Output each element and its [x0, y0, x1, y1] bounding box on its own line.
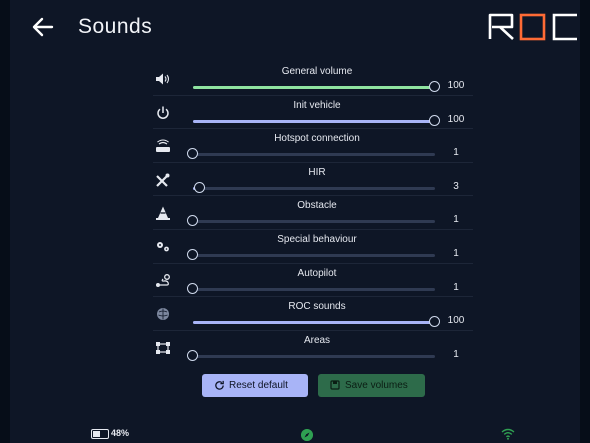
volume-slider[interactable]	[187, 215, 435, 227]
slider-value: 100	[447, 113, 465, 125]
slider-value: 1	[453, 214, 459, 226]
slider-fill	[193, 321, 435, 325]
slider-row: ROC sounds 100	[153, 297, 473, 331]
slider-handle[interactable]	[429, 316, 440, 328]
slider-handle[interactable]	[429, 81, 440, 92]
save-volumes-button[interactable]: Save volumes	[318, 374, 425, 397]
reset-default-button[interactable]: Reset default	[202, 374, 308, 397]
slider-label: Areas	[303, 334, 331, 346]
slider-handle[interactable]	[194, 181, 206, 193]
slider-handle[interactable]	[429, 114, 440, 126]
volume-slider-list: General volume 100 Init vehicle 100 Hotspot …	[153, 62, 473, 363]
volume-slider[interactable]	[193, 81, 440, 92]
slider-handle[interactable]	[187, 248, 198, 260]
slider-handle[interactable]	[187, 282, 198, 294]
page-title: Sounds	[78, 15, 153, 38]
volume-slider[interactable]	[187, 248, 435, 260]
route-icon	[156, 273, 170, 287]
slider-row: Areas 1	[153, 331, 473, 364]
slider-value: 1	[453, 247, 459, 259]
slider-value: 1	[453, 147, 459, 159]
slider-row: Autopilot 1	[153, 264, 473, 298]
slider-row: HIR 3	[153, 163, 473, 197]
slider-value: 100	[447, 80, 465, 91]
volume-slider[interactable]	[193, 181, 435, 193]
reset-default-label: Reset default	[229, 380, 288, 391]
slider-label: Special behaviour	[277, 233, 357, 245]
gears-icon	[157, 241, 169, 252]
slider-value: 1	[453, 281, 459, 293]
volume-slider[interactable]	[187, 349, 435, 361]
volume-slider[interactable]	[187, 148, 435, 160]
power-icon	[157, 106, 169, 119]
router-icon	[156, 139, 170, 153]
volume-slider[interactable]	[193, 316, 440, 328]
roc-logo	[488, 13, 577, 41]
slider-label: Autopilot	[297, 267, 337, 279]
slider-fill	[193, 86, 435, 89]
header: Sounds	[10, 0, 580, 56]
brain-icon	[157, 308, 169, 321]
slider-label: General volume	[281, 66, 353, 77]
slider-row: Special behaviour 1	[153, 230, 473, 264]
area-select-icon	[156, 341, 170, 354]
compass-icon	[301, 429, 313, 441]
slider-label: ROC sounds	[288, 301, 346, 313]
save-icon	[330, 380, 340, 390]
slider-row: Hotspot connection 1	[153, 129, 473, 163]
slider-value: 100	[447, 315, 465, 327]
traffic-cone-icon	[156, 206, 170, 221]
slider-row: Init vehicle 100	[153, 96, 473, 130]
volume-slider[interactable]	[187, 282, 435, 294]
wifi-icon	[501, 428, 515, 440]
slider-value: 1	[453, 348, 459, 360]
slider-label: Obstacle	[297, 200, 337, 212]
save-volumes-label: Save volumes	[345, 380, 408, 391]
slider-handle[interactable]	[187, 148, 198, 160]
speaker-icon	[156, 73, 170, 85]
battery-icon	[91, 429, 109, 439]
status-bar: 48%	[10, 420, 580, 443]
tools-icon	[156, 173, 170, 187]
slider-handle[interactable]	[187, 349, 198, 361]
slider-row: Obstacle 1	[153, 196, 473, 230]
slider-label: HIR	[308, 166, 326, 178]
battery-level: 48%	[111, 428, 130, 438]
volume-slider[interactable]	[193, 114, 440, 126]
slider-label: Init vehicle	[293, 99, 341, 111]
slider-fill	[193, 119, 435, 123]
sounds-screen: Sounds General volume 100 Init vehicle 100 H…	[10, 0, 580, 443]
back-arrow-icon[interactable]	[32, 16, 54, 38]
slider-row: General volume 100	[153, 62, 473, 96]
slider-label: Hotspot connection	[274, 133, 360, 145]
slider-value: 3	[453, 180, 459, 192]
slider-handle[interactable]	[187, 215, 198, 227]
reset-icon	[215, 380, 224, 390]
